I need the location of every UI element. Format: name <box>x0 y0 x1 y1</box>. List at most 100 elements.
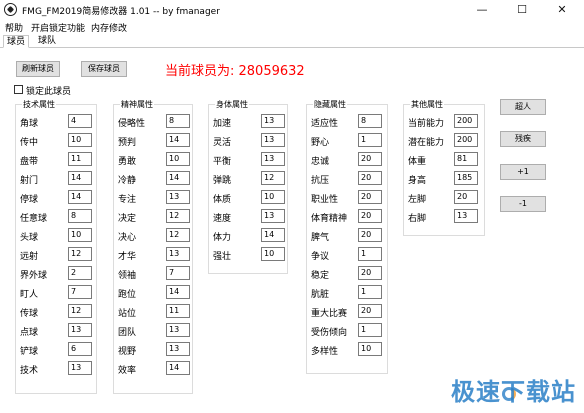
plus-one-button[interactable]: +1 <box>500 164 546 180</box>
menu-memory-edit[interactable]: 内存修改 <box>91 21 127 34</box>
group-title: 其他属性 <box>410 99 444 110</box>
attr-input[interactable]: 12 <box>261 171 285 185</box>
super-button[interactable]: 超人 <box>500 99 546 115</box>
window-title: FMG_FM2019简易修改器 1.01 -- by fmanager <box>22 7 220 17</box>
attr-input[interactable]: 6 <box>68 342 92 356</box>
group-title: 精神属性 <box>120 99 154 110</box>
attr-label: 射门 <box>20 176 39 186</box>
lock-player-checkbox[interactable] <box>14 85 23 94</box>
attr-input[interactable]: 200 <box>454 133 478 147</box>
attr-input[interactable]: 185 <box>454 171 478 185</box>
attr-input[interactable]: 10 <box>358 342 382 356</box>
attr-label: 勇敢 <box>118 157 137 167</box>
attr-input[interactable]: 13 <box>261 152 285 166</box>
refresh-player-button[interactable]: 刷新球员 <box>16 61 60 77</box>
attr-input[interactable]: 13 <box>166 190 190 204</box>
attr-input[interactable]: 14 <box>166 133 190 147</box>
attr-label: 平衡 <box>213 157 232 167</box>
attr-input[interactable]: 8 <box>68 209 92 223</box>
attr-input[interactable]: 4 <box>68 114 92 128</box>
attr-label: 任意球 <box>20 214 48 224</box>
attr-label: 铲球 <box>20 347 39 357</box>
attr-input[interactable]: 13 <box>166 247 190 261</box>
attr-label: 稳定 <box>311 271 330 281</box>
attr-input[interactable]: 8 <box>358 114 382 128</box>
group-title: 隐藏属性 <box>313 99 347 110</box>
attr-input[interactable]: 13 <box>166 323 190 337</box>
attr-input[interactable]: 14 <box>166 361 190 375</box>
attr-input[interactable]: 12 <box>68 304 92 318</box>
attr-input[interactable]: 14 <box>261 228 285 242</box>
attr-input[interactable]: 14 <box>68 171 92 185</box>
attr-input[interactable]: 20 <box>358 171 382 185</box>
attr-input[interactable]: 10 <box>261 247 285 261</box>
attr-input[interactable]: 20 <box>358 266 382 280</box>
attr-input[interactable]: 20 <box>358 304 382 318</box>
attr-input[interactable]: 12 <box>166 228 190 242</box>
attr-input[interactable]: 13 <box>261 114 285 128</box>
attr-input[interactable]: 7 <box>68 285 92 299</box>
attr-label: 左脚 <box>408 195 427 205</box>
attr-input[interactable]: 8 <box>166 114 190 128</box>
attr-input[interactable]: 13 <box>68 323 92 337</box>
attr-label: 团队 <box>118 328 137 338</box>
attr-label: 职业性 <box>311 195 339 205</box>
attr-label: 多样性 <box>311 347 339 357</box>
attr-input[interactable]: 14 <box>68 190 92 204</box>
attr-input[interactable]: 2 <box>68 266 92 280</box>
attr-input[interactable]: 12 <box>68 247 92 261</box>
group-title: 技术属性 <box>22 99 56 110</box>
watermark: 极速下载站 <box>451 378 576 406</box>
save-player-button[interactable]: 保存球员 <box>81 61 127 77</box>
group-title: 身体属性 <box>215 99 249 110</box>
attr-label: 野心 <box>311 138 330 148</box>
attr-label: 脾气 <box>311 233 330 243</box>
attr-input[interactable]: 20 <box>358 190 382 204</box>
attr-input[interactable]: 200 <box>454 114 478 128</box>
attr-input[interactable]: 13 <box>261 209 285 223</box>
hidden-attributes-group: 隐藏属性 适应性 8 野心 1 忠诚 20 抗压 20 职业性 20 体育精神 20 脾气 2… <box>306 99 388 374</box>
attr-label: 肮脏 <box>311 290 330 300</box>
attr-input[interactable]: 13 <box>68 361 92 375</box>
attr-input[interactable]: 20 <box>454 190 478 204</box>
menu-enable-lock[interactable]: 开启锁定功能 <box>31 21 85 34</box>
attr-input[interactable]: 14 <box>166 285 190 299</box>
attr-input[interactable]: 13 <box>261 133 285 147</box>
menu-help[interactable]: 帮助 <box>5 21 23 34</box>
attr-input[interactable]: 10 <box>166 152 190 166</box>
attr-input[interactable]: 10 <box>68 133 92 147</box>
attr-input[interactable]: 11 <box>68 152 92 166</box>
attr-input[interactable]: 20 <box>358 228 382 242</box>
attr-input[interactable]: 14 <box>166 171 190 185</box>
tab-teams[interactable]: 球队 <box>35 35 59 48</box>
technical-attributes-group: 技术属性 角球 4 传中 10 盘带 11 射门 14 停球 14 任意球 8 头球 10 远… <box>15 99 97 394</box>
attr-label: 右脚 <box>408 214 427 224</box>
attr-label: 速度 <box>213 214 232 224</box>
attr-input[interactable]: 1 <box>358 247 382 261</box>
attr-input[interactable]: 20 <box>358 209 382 223</box>
attr-input[interactable]: 1 <box>358 133 382 147</box>
current-player-label: 当前球员为: 28059632 <box>165 64 305 79</box>
tab-players[interactable]: 球员 <box>3 35 30 48</box>
maximize-button[interactable]: ☐ <box>502 0 542 20</box>
minimize-button[interactable]: — <box>462 0 502 20</box>
attr-input[interactable]: 81 <box>454 152 478 166</box>
attr-input[interactable]: 11 <box>166 304 190 318</box>
attr-input[interactable]: 10 <box>68 228 92 242</box>
attr-input[interactable]: 20 <box>358 152 382 166</box>
attr-label: 强壮 <box>213 252 232 262</box>
title-bar: FMG_FM2019简易修改器 1.01 -- by fmanager — ☐ … <box>0 0 584 20</box>
attr-label: 才华 <box>118 252 137 262</box>
tab-strip: 球员 球队 <box>0 34 584 48</box>
attr-input[interactable]: 13 <box>166 342 190 356</box>
attr-label: 界外球 <box>20 271 48 281</box>
weak-button[interactable]: 残疾 <box>500 131 546 147</box>
attr-input[interactable]: 12 <box>166 209 190 223</box>
close-button[interactable]: ✕ <box>542 0 582 20</box>
attr-input[interactable]: 1 <box>358 323 382 337</box>
attr-input[interactable]: 10 <box>261 190 285 204</box>
attr-input[interactable]: 13 <box>454 209 478 223</box>
attr-input[interactable]: 1 <box>358 285 382 299</box>
minus-one-button[interactable]: -1 <box>500 196 546 212</box>
attr-input[interactable]: 7 <box>166 266 190 280</box>
